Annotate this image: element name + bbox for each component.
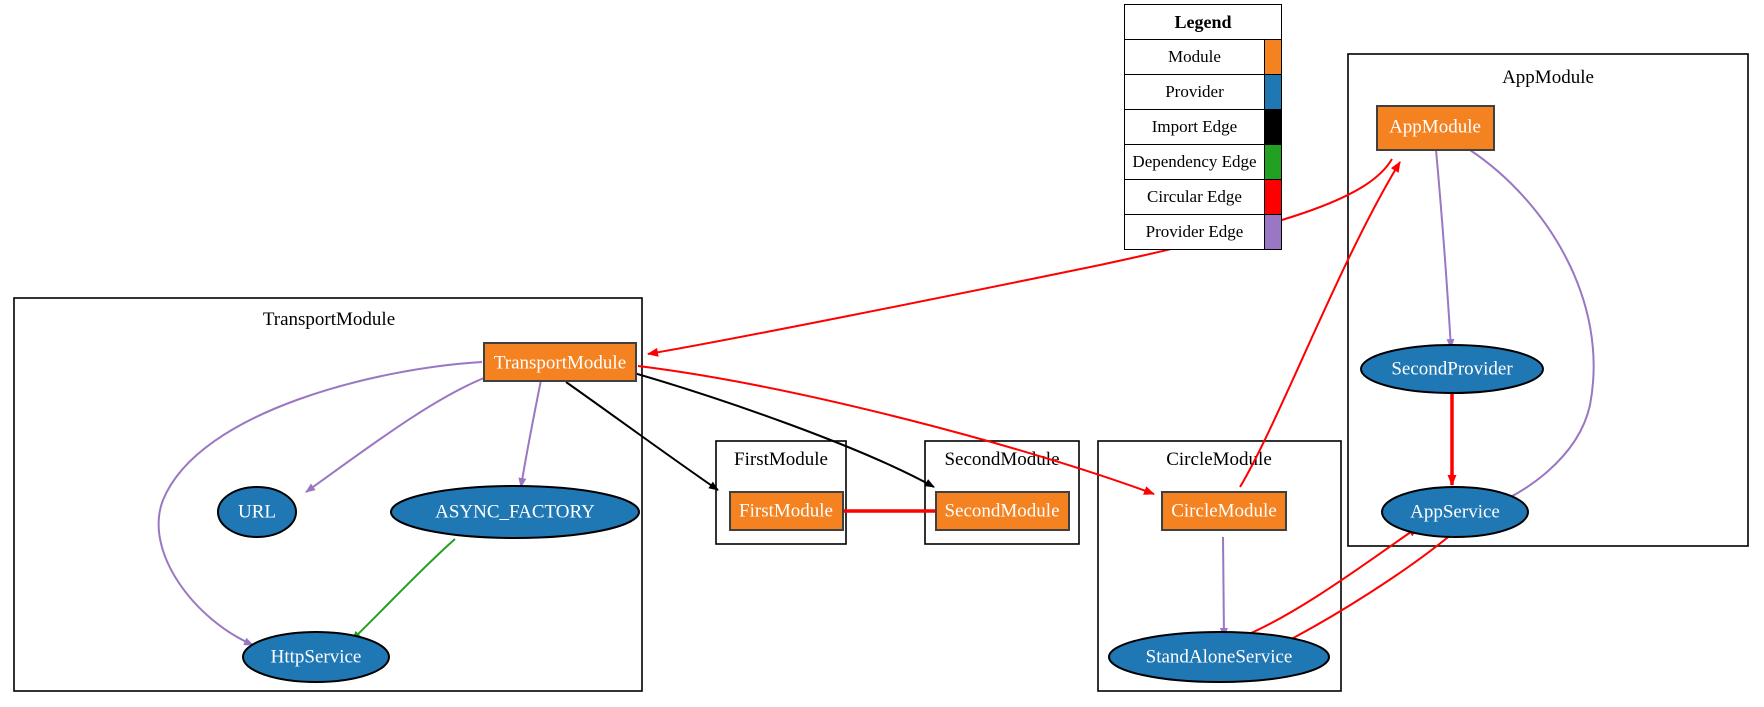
legend-row-module: Module <box>1125 39 1281 74</box>
node-label-standaloneservice: StandAloneService <box>1146 646 1293 667</box>
node-label-appservice: AppService <box>1410 501 1500 522</box>
edge-appmodule-secondprovider <box>1435 149 1455 349</box>
legend-title: Legend <box>1174 11 1232 32</box>
node-label-secondmodule: SecondModule <box>944 500 1059 521</box>
legend-row-import-edge: Import Edge <box>1125 109 1281 144</box>
legend-row-provider: Provider <box>1125 74 1281 109</box>
node-firstmodule[interactable]: FirstModule <box>729 491 844 531</box>
legend-label-circular-edge: Circular Edge <box>1147 187 1242 206</box>
legend-swatch-module <box>1264 40 1281 74</box>
legend-swatch-circular-edge <box>1264 180 1281 214</box>
cluster-label-transport: TransportModule <box>263 309 395 330</box>
node-appservice[interactable]: AppService <box>1381 486 1529 538</box>
edge-transportmodule-url <box>305 377 485 493</box>
legend-panel: Legend Module Provider Import Edge Depen… <box>1124 4 1282 250</box>
node-label-firstmodule: FirstModule <box>739 500 833 521</box>
node-httpservice[interactable]: HttpService <box>242 631 390 683</box>
node-transportmodule[interactable]: TransportModule <box>483 342 637 382</box>
node-standaloneservice[interactable]: StandAloneService <box>1108 631 1330 683</box>
diagram-canvas: TransportModule FirstModule SecondModule… <box>0 0 1764 707</box>
legend-row-circular-edge: Circular Edge <box>1125 179 1281 214</box>
dependency-graph-svg: TransportModule FirstModule SecondModule… <box>13 53 1749 692</box>
cluster-label-second: SecondModule <box>944 449 1059 470</box>
edge-circlemodule-standaloneservice <box>1219 536 1228 638</box>
legend-label-provider-edge: Provider Edge <box>1145 222 1244 241</box>
legend-label-provider: Provider <box>1165 82 1224 101</box>
node-label-transportmodule: TransportModule <box>494 352 626 373</box>
edge-appmodule-appservice <box>1469 149 1595 506</box>
legend-swatch-import-edge <box>1264 110 1281 144</box>
edge-asyncfactory-httpservice <box>351 538 456 641</box>
legend-row-provider-edge: Provider Edge <box>1125 214 1281 249</box>
cluster-label-app: AppModule <box>1502 67 1594 88</box>
legend-swatch-provider-edge <box>1264 215 1281 249</box>
legend-swatch-dependency-edge <box>1264 145 1281 179</box>
node-label-circlemodule: CircleModule <box>1171 500 1277 521</box>
node-label-httpservice: HttpService <box>271 646 362 667</box>
node-asyncfactory[interactable]: ASYNC_FACTORY <box>390 485 640 539</box>
node-circlemodule[interactable]: CircleModule <box>1161 491 1287 531</box>
edge-standaloneservice-appservice-a <box>1241 526 1419 638</box>
legend-swatch-provider <box>1264 75 1281 109</box>
node-secondprovider[interactable]: SecondProvider <box>1360 344 1544 394</box>
node-label-appmodule: AppModule <box>1389 116 1481 137</box>
cluster-label-first: FirstModule <box>734 449 828 470</box>
edge-transportmodule-asyncfactory <box>518 379 542 488</box>
legend-label-import-edge: Import Edge <box>1151 117 1238 136</box>
legend-row-dependency-edge: Dependency Edge <box>1125 144 1281 179</box>
node-secondmodule[interactable]: SecondModule <box>935 491 1070 531</box>
node-appmodule[interactable]: AppModule <box>1376 105 1495 151</box>
node-url[interactable]: URL <box>217 486 297 538</box>
node-label-secondprovider: SecondProvider <box>1391 358 1513 379</box>
legend-label-dependency-edge: Dependency Edge <box>1132 152 1257 171</box>
node-label-asyncfactory: ASYNC_FACTORY <box>435 501 595 522</box>
legend-label-module: Module <box>1168 47 1221 66</box>
node-label-url: URL <box>238 501 276 522</box>
